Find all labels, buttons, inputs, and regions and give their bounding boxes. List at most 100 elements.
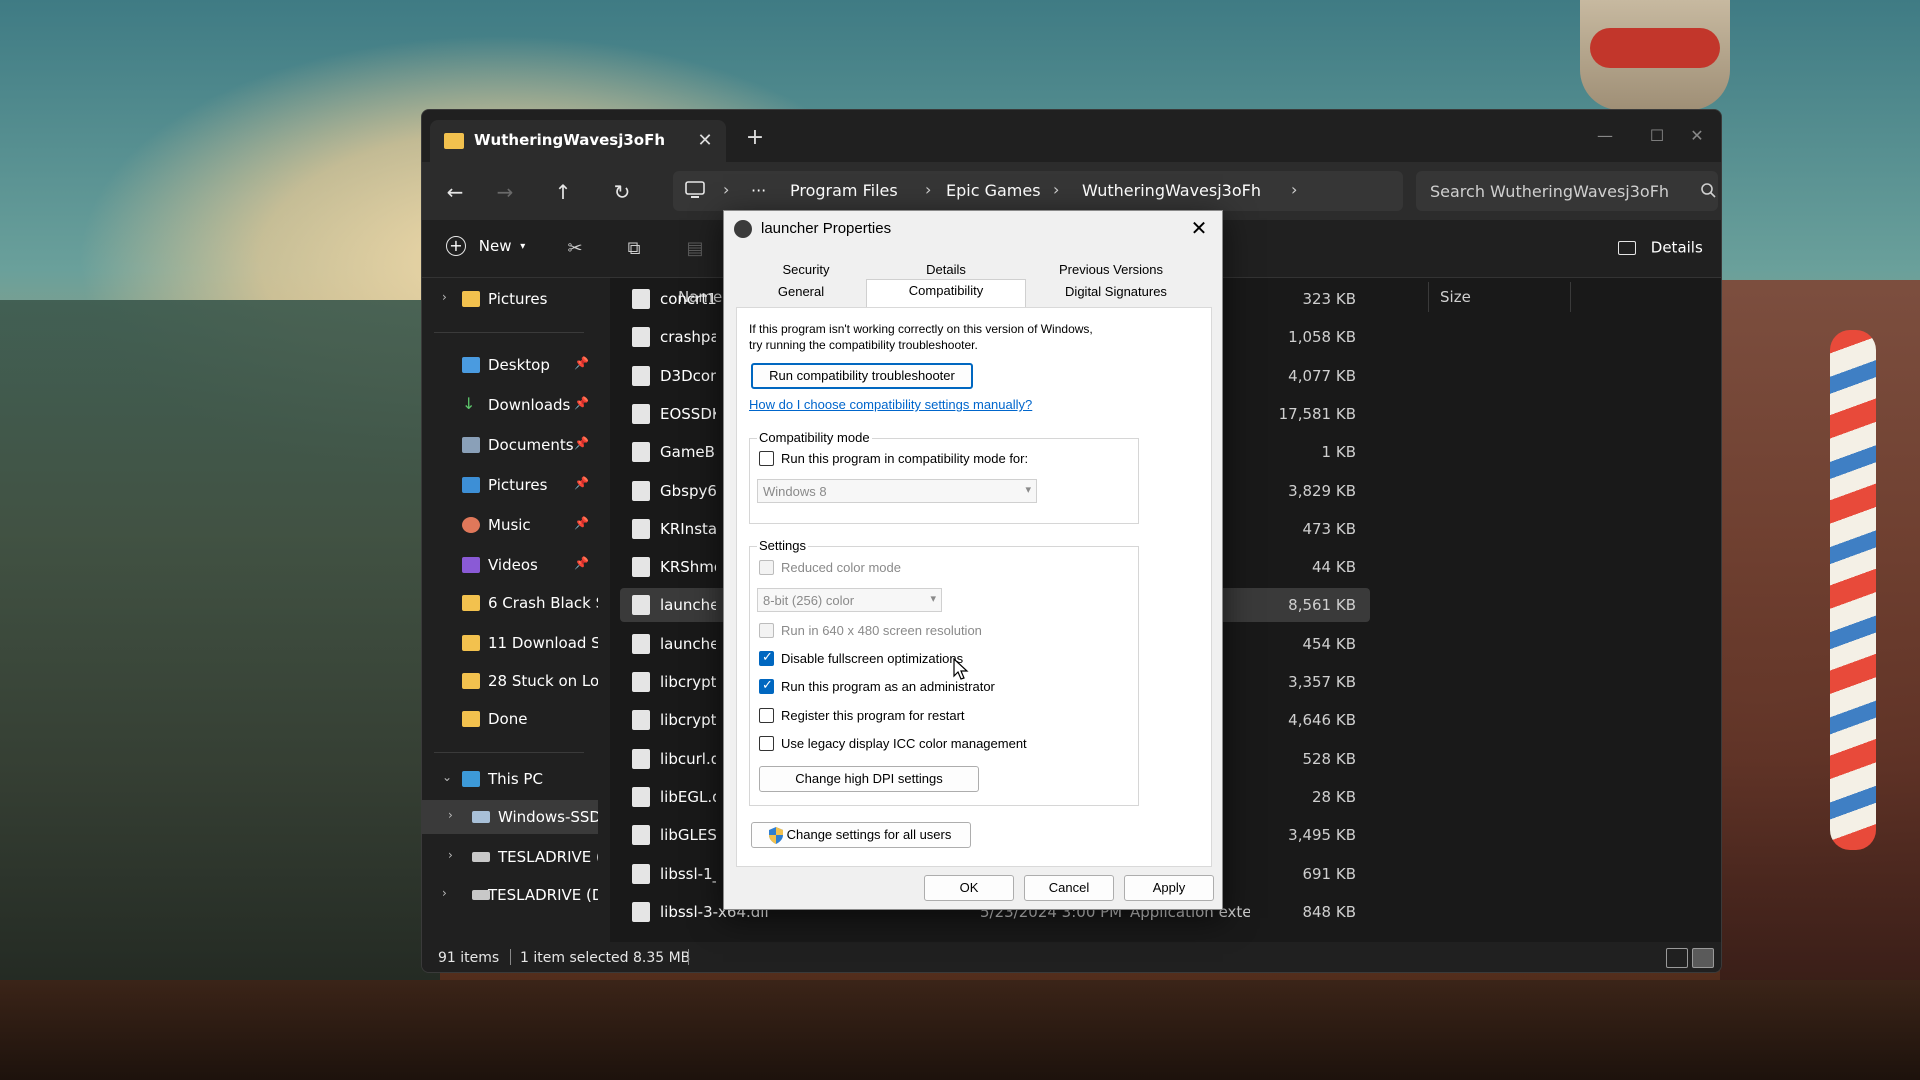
sidebar-item-label: 11 Download St [488, 634, 598, 652]
file-name: launcher [660, 634, 716, 653]
chevron-right-icon: › [925, 180, 932, 199]
chevron-right-icon: › [1291, 180, 1298, 199]
intro-text-line2: try running the compatibility troublesho… [749, 338, 978, 352]
sidebar-item-documents[interactable]: Documents 📌 [422, 428, 598, 462]
sidebar-item-videos[interactable]: Videos 📌 [422, 548, 598, 582]
address-bar[interactable]: › ··· Program Files › Epic Games › Wuthe… [673, 171, 1403, 211]
status-separator [688, 949, 689, 965]
chevron-down-icon: ⌄ [442, 770, 453, 784]
cut-icon[interactable]: ✂ [562, 236, 588, 262]
wallpaper-building-right [1720, 280, 1920, 1080]
sidebar-item-music[interactable]: Music 📌 [422, 508, 598, 542]
details-view-icon[interactable] [1666, 948, 1688, 968]
tab-close-icon[interactable]: ✕ [692, 128, 718, 154]
navigation-pane: › Pictures Desktop 📌 ↓ Downloads 📌 Docum… [422, 278, 598, 942]
folder-icon [462, 595, 480, 611]
sidebar-item-label: Downloads [488, 396, 571, 414]
sidebar-item-tesladrive-d[interactable]: › TESLADRIVE (D:) [422, 878, 598, 912]
chevron-down-icon: ▾ [930, 593, 936, 605]
file-name: libEGL.dl [660, 787, 716, 806]
new-button-label: New [478, 237, 512, 255]
file-icon [632, 327, 650, 348]
column-divider[interactable] [1570, 282, 1571, 312]
breadcrumb-more[interactable]: ··· [751, 181, 766, 200]
change-dpi-button[interactable]: Change high DPI settings [759, 766, 979, 792]
compatibility-os-select[interactable]: Windows 8 ▾ [757, 479, 1037, 503]
sidebar-item-this-pc[interactable]: ⌄ This PC [422, 762, 598, 796]
compatibility-os-value: Windows 8 [763, 484, 827, 499]
documents-icon [462, 437, 480, 453]
sidebar-item-label: 6 Crash Black Sc [488, 594, 598, 612]
sidebar-item-label: TESLADRIVE (D [498, 848, 598, 866]
breadcrumb-epic-games[interactable]: Epic Games [946, 181, 1041, 200]
fullscreen-optimizations-checkbox[interactable]: ✓ [759, 649, 774, 666]
register-restart-checkbox[interactable] [759, 708, 774, 723]
tab-general[interactable]: General [736, 281, 866, 303]
sidebar-item-label: Music [488, 516, 531, 534]
file-icon [632, 786, 650, 807]
sidebar-divider [434, 332, 584, 333]
forward-icon[interactable]: → [490, 177, 520, 207]
tab-details[interactable]: Details [876, 259, 1016, 281]
run-as-admin-checkbox[interactable]: ✓ [759, 677, 774, 694]
run-troubleshooter-button[interactable]: Run compatibility troubleshooter [751, 363, 973, 389]
search-input[interactable]: Search WutheringWavesj3oFh [1416, 171, 1718, 211]
file-size: 4,077 KB [1288, 366, 1356, 385]
tab-previous-versions[interactable]: Previous Versions [1016, 259, 1206, 281]
sidebar-item-done[interactable]: Done [422, 702, 598, 736]
refresh-icon[interactable]: ↻ [607, 177, 637, 207]
legacy-icc-checkbox[interactable] [759, 736, 774, 751]
copy-icon[interactable]: ⧉ [621, 236, 647, 262]
minimize-button[interactable]: — [1582, 122, 1628, 150]
fullscreen-optimizations-label: Disable fullscreen optimizations [781, 651, 964, 666]
sidebar-item-folder-28[interactable]: 28 Stuck on Loa [422, 664, 598, 698]
file-name: concrt1 [660, 290, 716, 308]
sidebar-item-downloads[interactable]: ↓ Downloads 📌 [422, 388, 598, 422]
status-bar: 91 items 1 item selected 8.35 MB [422, 942, 1721, 972]
reduced-color-checkbox[interactable] [759, 560, 774, 575]
tab-digital-signatures[interactable]: Digital Signatures [1026, 281, 1206, 303]
sidebar-item-windows-ssd[interactable]: › Windows-SSD [422, 800, 598, 834]
change-settings-all-users-button[interactable]: Change settings for all users [751, 822, 971, 848]
title-bar: WutheringWavesj3oFh ✕ + — ☐ ✕ [422, 110, 1721, 162]
folder-icon [444, 133, 464, 149]
column-header-size[interactable]: Size [1440, 288, 1471, 306]
sidebar-item-folder-11[interactable]: 11 Download St [422, 626, 598, 660]
breadcrumb-current-folder[interactable]: WutheringWavesj3oFh [1082, 181, 1261, 200]
close-window-button[interactable]: ✕ [1674, 122, 1720, 150]
file-name: KRInstall [660, 519, 716, 538]
apply-button[interactable]: Apply [1124, 875, 1214, 901]
file-size: 3,829 KB [1288, 481, 1356, 500]
cancel-button[interactable]: Cancel [1024, 875, 1114, 901]
compatibility-mode-checkbox[interactable] [759, 451, 774, 466]
file-name: libcrypto [660, 711, 716, 730]
sidebar-item-tesladrive[interactable]: › TESLADRIVE (D [422, 840, 598, 874]
file-icon [632, 365, 650, 386]
sidebar-item-pictures[interactable]: Pictures 📌 [422, 468, 598, 502]
file-name: libcurl.dl [660, 749, 716, 768]
column-divider[interactable] [1428, 282, 1429, 312]
tab-compatibility[interactable]: Compatibility [866, 279, 1026, 309]
up-icon[interactable]: ↑ [548, 177, 578, 207]
new-tab-button[interactable]: + [742, 126, 768, 152]
paste-icon[interactable]: ▤ [682, 236, 708, 262]
sidebar-item-folder-6[interactable]: 6 Crash Black Sc [422, 586, 598, 620]
dialog-close-button[interactable]: ✕ [1184, 215, 1214, 243]
videos-icon [462, 557, 480, 573]
chevron-right-icon: › [448, 848, 453, 862]
details-pane-button[interactable]: Details [1618, 238, 1703, 257]
compatibility-help-link[interactable]: How do I choose compatibility settings m… [749, 397, 1032, 412]
resolution-checkbox[interactable] [759, 623, 774, 638]
tab-current-folder[interactable]: WutheringWavesj3oFh ✕ [430, 120, 726, 162]
color-depth-select[interactable]: 8-bit (256) color ▾ [757, 588, 942, 612]
sidebar-item-pictures-top[interactable]: › Pictures [422, 282, 598, 316]
ok-button[interactable]: OK [924, 875, 1014, 901]
tab-security[interactable]: Security [736, 259, 876, 281]
breadcrumb-program-files[interactable]: Program Files [790, 181, 898, 200]
sidebar-item-desktop[interactable]: Desktop 📌 [422, 348, 598, 382]
tab-title: WutheringWavesj3oFh [474, 131, 666, 149]
dialog-title: launcher Properties [761, 220, 892, 237]
tiles-view-icon[interactable] [1692, 948, 1714, 968]
new-button[interactable]: + New ▾ [446, 236, 525, 262]
back-icon[interactable]: ← [440, 177, 470, 207]
